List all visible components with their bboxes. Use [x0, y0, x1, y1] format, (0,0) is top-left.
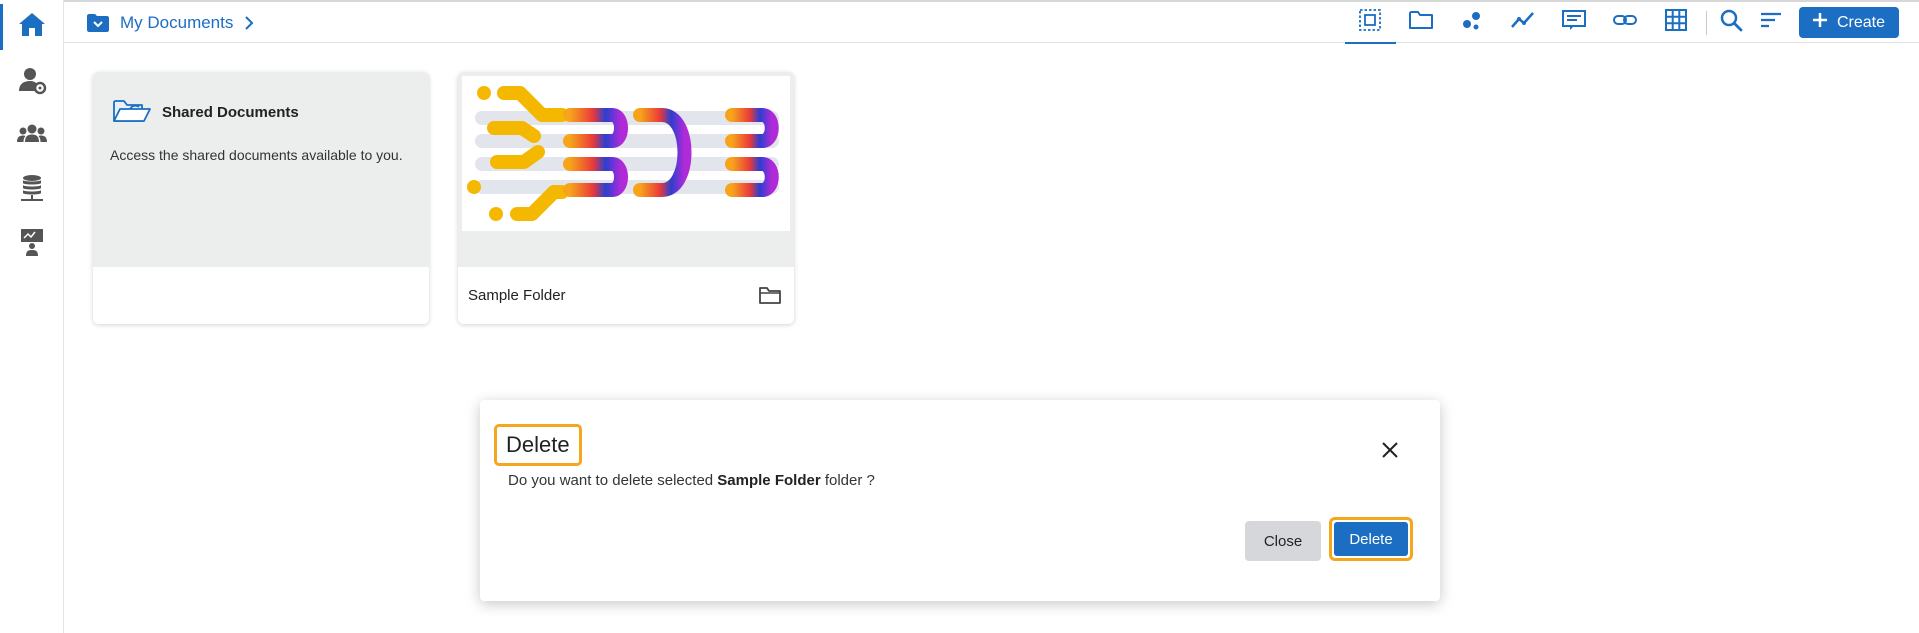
toolbar: Create [1344, 2, 1919, 44]
dialog-message-suffix: folder ? [820, 472, 875, 489]
card-footer [93, 267, 429, 324]
sidebar-item-groups[interactable] [0, 110, 64, 162]
card-body [458, 72, 794, 267]
dialog-title: Delete [494, 424, 582, 466]
shared-documents-header: Shared Documents [110, 94, 299, 131]
delete-button-label: Delete [1334, 522, 1408, 556]
close-icon[interactable] [1380, 440, 1400, 460]
database-icon [16, 172, 48, 209]
create-label: Create [1836, 13, 1885, 31]
select-all-button[interactable] [1344, 2, 1396, 44]
sort-button[interactable] [1751, 2, 1791, 43]
sample-folder-name[interactable]: Sample Folder [468, 267, 566, 324]
card-body: Shared Documents Access the shared docum… [93, 72, 429, 267]
select-all-icon [1357, 7, 1383, 38]
close-button[interactable]: Close [1245, 521, 1321, 561]
search-button[interactable] [1711, 2, 1751, 43]
dialog-message-folder-name: Sample Folder [717, 472, 821, 489]
folder-icon [758, 284, 782, 306]
sidebar-item-user-settings[interactable] [0, 56, 64, 108]
toolbar-divider [1705, 10, 1707, 35]
delete-dialog: Delete Do you want to delete selected Sa… [480, 400, 1440, 601]
link-icon [1612, 7, 1638, 38]
user-settings-icon [16, 64, 48, 101]
message-icon [1561, 7, 1587, 38]
breadcrumb-my-documents[interactable]: My Documents [120, 13, 233, 33]
link-button[interactable] [1600, 2, 1651, 43]
search-icon [1718, 7, 1744, 38]
chevron-right-icon[interactable] [243, 15, 255, 31]
sidebar-item-presentation[interactable] [0, 218, 64, 270]
card-footer: Sample Folder [458, 267, 794, 324]
breadcrumb: My Documents [86, 2, 255, 43]
folder-icon [86, 13, 110, 33]
plus-icon [1811, 11, 1829, 34]
sidebar-item-home[interactable] [0, 0, 64, 52]
scatter-icon [1459, 7, 1485, 38]
grid-button[interactable] [1651, 2, 1702, 43]
line-chart-icon [1510, 7, 1536, 38]
sort-icon [1758, 7, 1784, 38]
home-icon [16, 8, 48, 45]
sidebar-item-database[interactable] [0, 164, 64, 216]
presentation-icon [16, 226, 48, 263]
dialog-message-prefix: Do you want to delete selected [508, 472, 718, 489]
grid-icon [1663, 7, 1689, 38]
scatter-button[interactable] [1447, 2, 1498, 43]
create-button[interactable]: Create [1798, 7, 1899, 38]
sidebar [0, 0, 64, 633]
dialog-message: Do you want to delete selected Sample Fo… [508, 472, 875, 489]
line-chart-button[interactable] [1498, 2, 1549, 43]
shared-folder-icon [110, 94, 152, 131]
users-icon [16, 118, 48, 155]
folder-thumbnail-logo [462, 76, 790, 231]
sample-folder-card[interactable]: Sample Folder [458, 72, 794, 324]
message-button[interactable] [1549, 2, 1600, 43]
top-bar: My Documents Create [64, 2, 1919, 44]
delete-button[interactable]: Delete [1329, 517, 1413, 561]
folder-icon [1408, 7, 1434, 38]
shared-documents-title: Shared Documents [162, 104, 299, 121]
shared-documents-card[interactable]: Shared Documents Access the shared docum… [93, 72, 429, 324]
shared-documents-description: Access the shared documents available to… [110, 147, 403, 163]
folder-button[interactable] [1396, 2, 1447, 43]
